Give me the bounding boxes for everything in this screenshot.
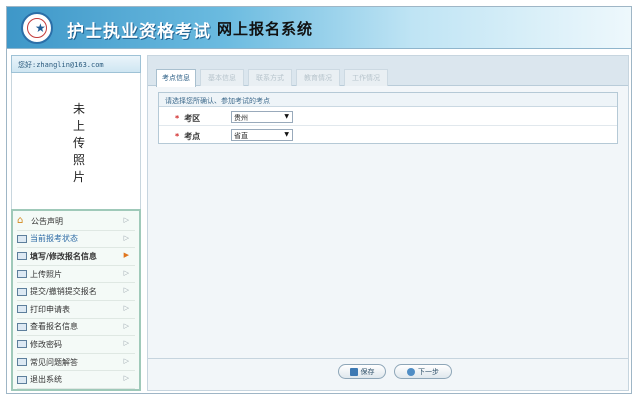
page-icon	[17, 305, 27, 314]
field-row-region: * 考区 贵州 ▼	[159, 108, 617, 126]
home-icon: ⌂	[17, 215, 24, 227]
chevron-right-icon: ▷	[123, 321, 129, 330]
site-select[interactable]: 省直 ▼	[231, 129, 293, 141]
chevron-down-icon: ▼	[284, 113, 289, 120]
chevron-right-icon: ▷	[123, 216, 129, 224]
chevron-right-icon: ▷	[123, 374, 129, 383]
tab-education[interactable]: 教育情况	[296, 69, 340, 86]
menu-item-faq[interactable]: 常见问题解答 ▷	[17, 354, 135, 372]
sidebar: 您好:zhanglin@163.com 未 上 传 照 片 ⌂ 公告声明 ▷ 当…	[11, 55, 141, 391]
exam-site-form: 请选择您所确认、参加考试的考点 * 考区 贵州 ▼ * 考点 省直 ▼	[158, 92, 618, 144]
main-panel: 考点信息 基本信息 联系方式 教育情况 工作情况 请选择您所确认、参加考试的考点…	[147, 55, 629, 391]
menu-item-submit[interactable]: 提交/撤销提交报名 ▷	[17, 283, 135, 301]
photo-box: 未 上 传 照 片	[11, 73, 141, 215]
required-mark: *	[175, 114, 180, 123]
menu-item-view-info[interactable]: 查看报名信息 ▷	[17, 319, 135, 337]
menu-item-announcements[interactable]: ⌂ 公告声明 ▷	[17, 213, 135, 231]
chevron-right-icon: ▶	[123, 251, 129, 260]
menu-item-logout[interactable]: 退出系统 ▷	[17, 371, 135, 389]
doc-icon	[17, 322, 27, 331]
system-subtitle: 网上报名系统	[217, 20, 314, 38]
next-button[interactable]: 下一步	[394, 364, 452, 379]
doc-icon	[17, 234, 27, 243]
page-icon	[17, 287, 27, 296]
chevron-right-icon: ▷	[123, 339, 129, 348]
field-label-site: 考点	[184, 132, 201, 141]
app-window: ★ 护士执业资格考试 网上报名系统 您好:zhanglin@163.com 未 …	[6, 6, 632, 394]
tab-bar: 考点信息 基本信息 联系方式 教育情况 工作情况	[148, 56, 628, 87]
field-row-site: * 考点 省直 ▼	[159, 126, 617, 144]
chevron-right-icon: ▷	[123, 286, 129, 295]
chevron-right-icon: ▷	[123, 303, 129, 312]
tab-contact[interactable]: 联系方式	[248, 69, 292, 86]
form-hint: 请选择您所确认、参加考试的考点	[159, 93, 617, 107]
sidebar-menu: ⌂ 公告声明 ▷ 当前报考状态 ▷ 填写/修改报名信息 ▶ 上传照片 ▷ 提交/…	[11, 209, 141, 391]
field-label-region: 考区	[184, 114, 201, 123]
divider	[148, 358, 628, 359]
emblem-icon: ★	[21, 12, 53, 44]
menu-item-print[interactable]: 打印申请表 ▷	[17, 301, 135, 319]
header-banner: ★ 护士执业资格考试 网上报名系统	[7, 7, 631, 49]
menu-item-upload-photo[interactable]: 上传照片 ▷	[17, 266, 135, 284]
chevron-right-icon: ▷	[123, 233, 129, 242]
required-mark: *	[175, 132, 180, 141]
menu-item-status[interactable]: 当前报考状态 ▷	[17, 231, 135, 249]
chevron-right-icon: ▷	[123, 268, 129, 277]
next-icon	[407, 367, 415, 376]
region-select[interactable]: 贵州 ▼	[231, 111, 293, 123]
doc-icon	[17, 252, 27, 261]
system-title: 护士执业资格考试	[67, 22, 211, 42]
doc-icon	[17, 358, 27, 367]
menu-item-edit-info[interactable]: 填写/修改报名信息 ▶	[17, 248, 135, 266]
save-icon	[349, 367, 358, 376]
photo-placeholder: 未 上 传 照 片	[72, 102, 85, 184]
chevron-right-icon: ▷	[123, 356, 129, 365]
tab-work[interactable]: 工作情况	[344, 69, 388, 86]
tab-exam-site[interactable]: 考点信息	[156, 69, 196, 87]
save-button[interactable]: 保存	[338, 364, 386, 379]
menu-item-change-password[interactable]: 修改密码 ▷	[17, 336, 135, 354]
user-greeting: 您好:zhanglin@163.com	[11, 55, 141, 73]
doc-icon	[17, 340, 27, 349]
tab-basic-info[interactable]: 基本信息	[200, 69, 244, 86]
chevron-down-icon: ▼	[284, 131, 289, 138]
doc-icon	[17, 375, 27, 384]
doc-icon	[17, 270, 27, 279]
